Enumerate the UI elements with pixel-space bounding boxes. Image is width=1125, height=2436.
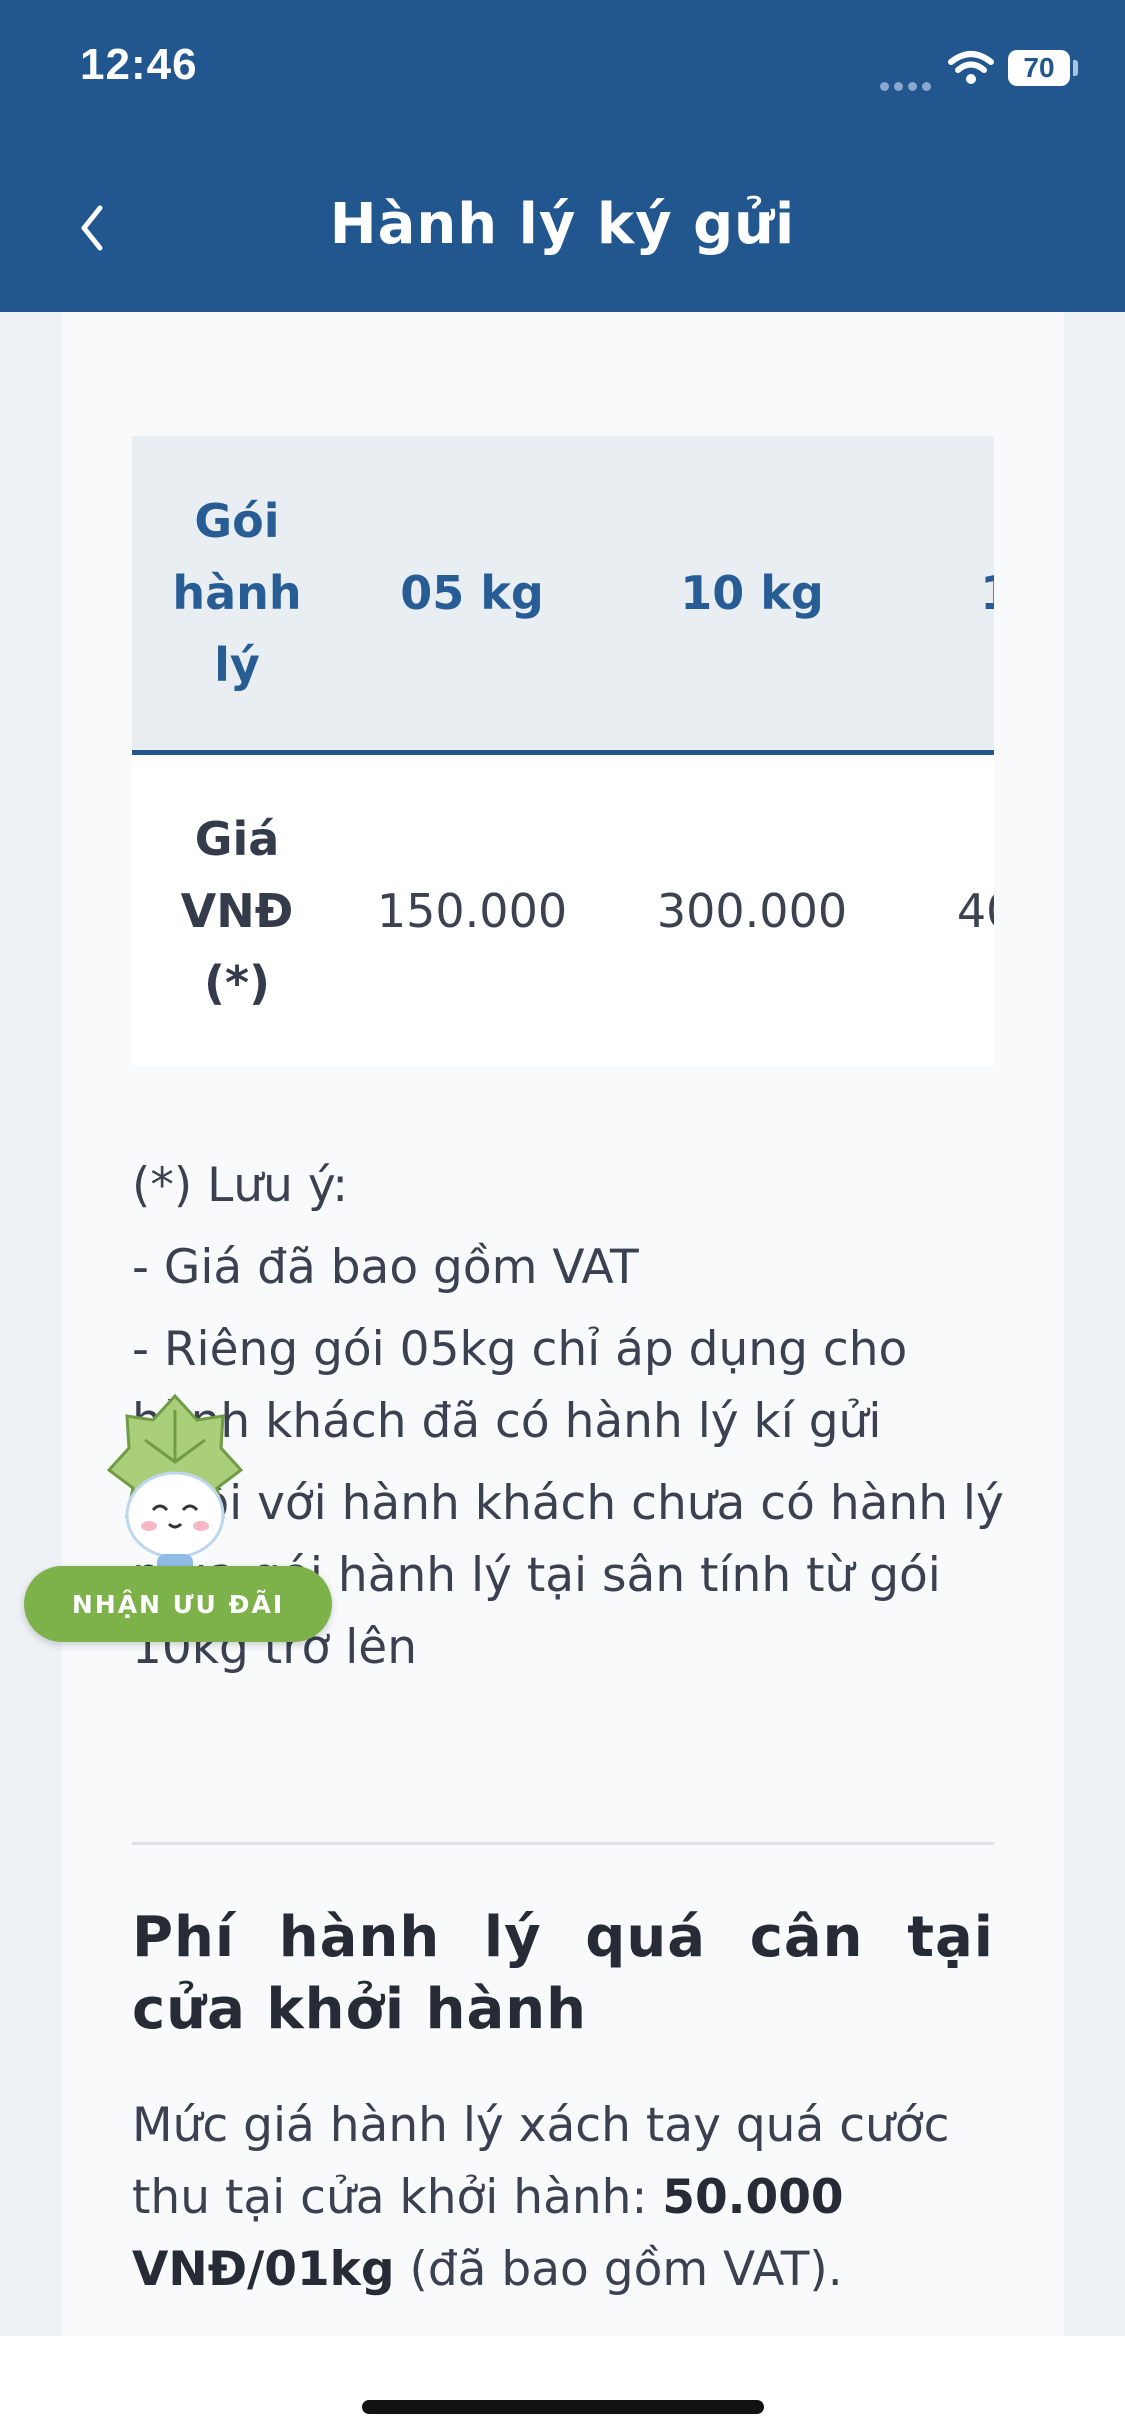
table-header-15kg: 15 kg: [902, 436, 994, 750]
table-row: Giá VNĐ (*) 150.000 300.000 400.000: [132, 755, 994, 1066]
cellular-signal-icon: [880, 76, 936, 95]
get-offer-button[interactable]: NHẬN ƯU ĐÃI: [24, 1566, 332, 1642]
note-item: - Giá đã bao gồm VAT: [132, 1240, 639, 1295]
wifi-icon: [948, 51, 994, 84]
section-title: Phí hành lý quá cân tại cửa khởi hành: [132, 1905, 994, 2042]
table-header-package: Gói hành lý: [172, 494, 302, 692]
price-15kg: 400.000: [956, 883, 994, 938]
app-header: 12:46 70 Hành lý ký gửi: [0, 0, 1125, 312]
bottom-safe-area: [0, 2336, 1125, 2436]
note-item: - Riêng gói 05kg chỉ áp dụng cho hành kh…: [132, 1322, 908, 1449]
price-10kg: 300.000: [656, 883, 848, 938]
price-5kg: 150.000: [376, 883, 568, 938]
table-header-5kg: 05 kg: [400, 566, 544, 620]
home-indicator[interactable]: [362, 2400, 764, 2414]
table-header-row: Gói hành lý 05 kg 10 kg 15 kg: [132, 436, 994, 755]
mascot-icon[interactable]: [105, 1390, 245, 1590]
content-card: Gói hành lý 05 kg 10 kg 15 kg Giá VNĐ (*…: [62, 312, 1064, 2336]
battery-tip: [1073, 60, 1078, 76]
page-title: Hành lý ký gửi: [329, 192, 796, 257]
note-heading: (*) Lưu ý:: [132, 1158, 349, 1213]
section-body-suffix: (đã bao gồm VAT).: [394, 2242, 843, 2297]
section-divider: [132, 1842, 994, 1845]
baggage-price-table[interactable]: Gói hành lý 05 kg 10 kg 15 kg Giá VNĐ (*…: [132, 436, 994, 1066]
table-header-10kg: 10 kg: [680, 566, 824, 620]
battery-indicator: 70: [1008, 50, 1070, 86]
table-row-label: Giá VNĐ (*): [180, 811, 294, 1010]
status-time: 12:46: [80, 40, 198, 89]
section-body: Mức giá hành lý xách tay quá cước thu tạ…: [132, 2090, 1012, 2306]
